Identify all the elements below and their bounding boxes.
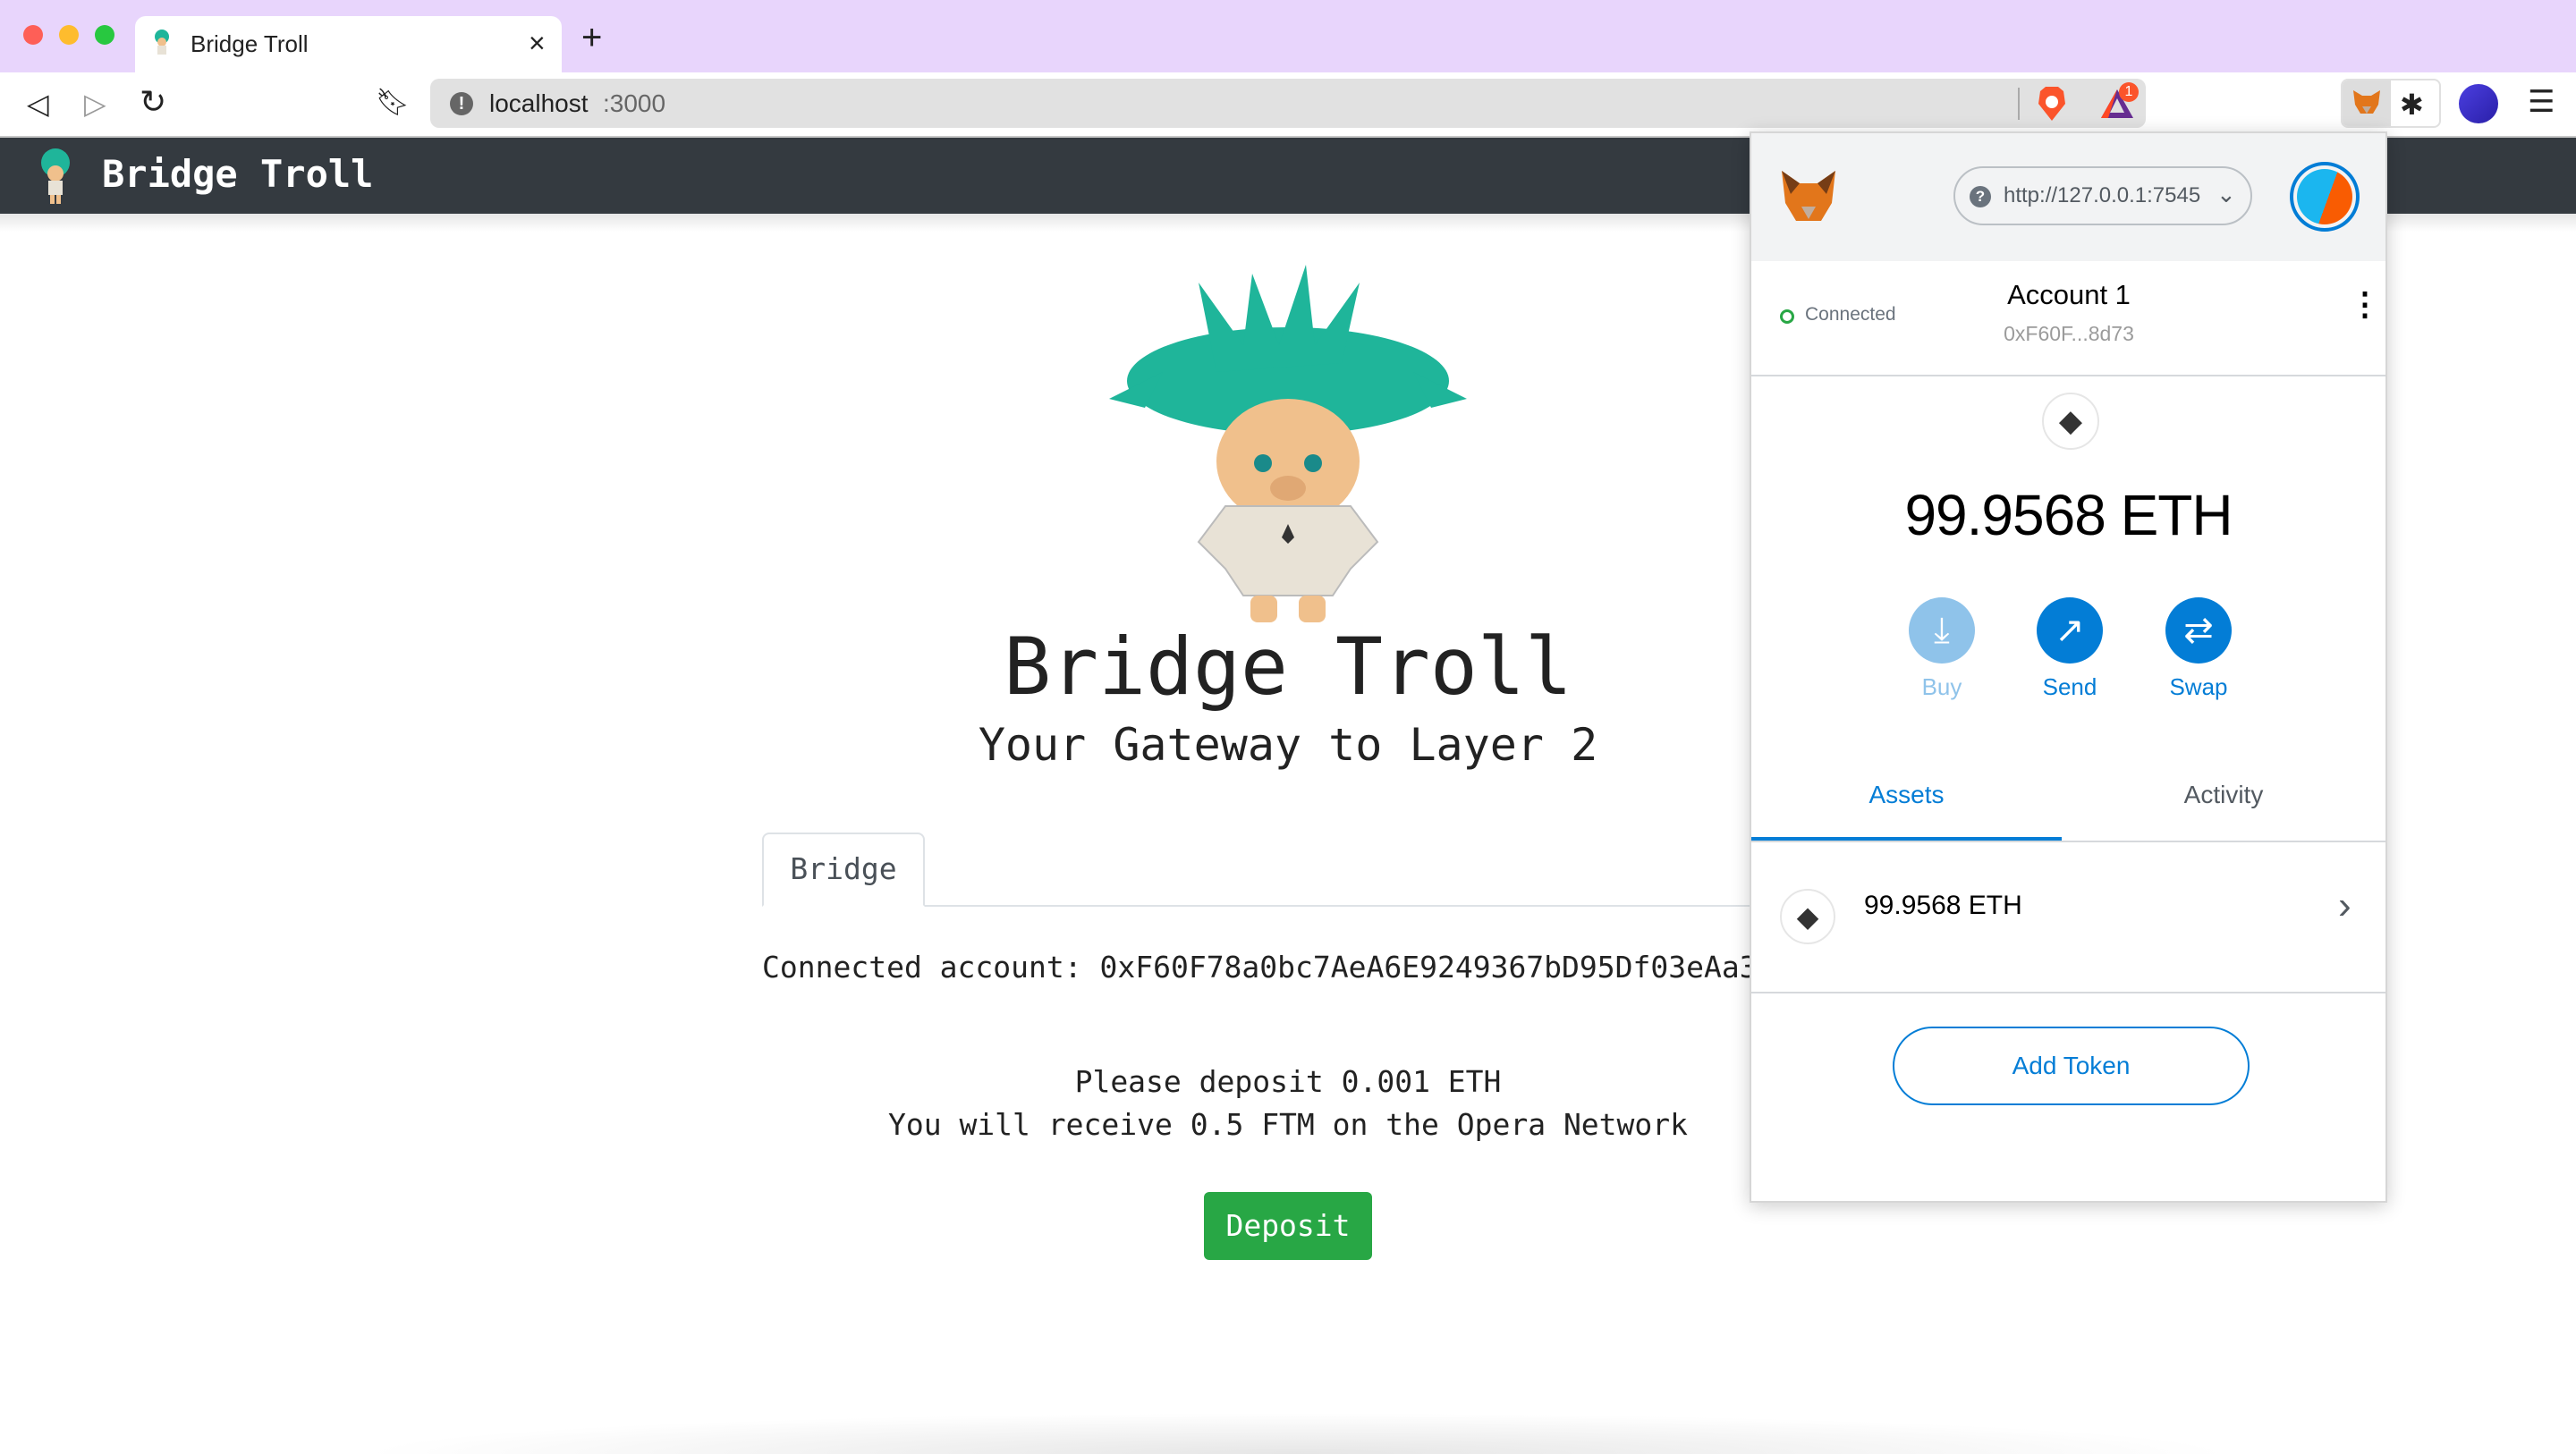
tab-activity[interactable]: Activity	[2062, 768, 2385, 841]
info-icon[interactable]: !	[450, 92, 473, 115]
metamask-popup: ? http://127.0.0.1:7545 ⌄ Connected Acco…	[1750, 131, 2387, 1203]
back-icon[interactable]: ◁	[27, 87, 49, 121]
swap-button[interactable]: ⇄	[2165, 597, 2232, 664]
network-help-icon: ?	[1970, 186, 1991, 207]
add-token-button[interactable]: Add Token	[1893, 1027, 2250, 1105]
troll-favicon-icon	[149, 29, 174, 59]
account-name[interactable]: Account 1	[1957, 279, 2181, 311]
chevron-right-icon: ›	[2338, 883, 2351, 927]
chevron-down-icon: ⌄	[2216, 181, 2236, 207]
metamask-extension-button[interactable]	[2343, 80, 2391, 126]
account-options-icon[interactable]: ⋮	[2349, 288, 2381, 320]
forward-icon[interactable]: ▷	[84, 87, 106, 121]
network-name: http://127.0.0.1:7545	[2004, 183, 2201, 207]
brave-rewards-icon[interactable]: 1	[2099, 82, 2144, 123]
url-port: :3000	[603, 89, 666, 117]
connected-status-icon	[1780, 309, 1794, 324]
extensions-group: ✱	[2341, 79, 2441, 128]
buy-label[interactable]: Buy	[1888, 673, 1996, 701]
rewards-badge: 1	[2119, 82, 2139, 102]
deposit-button[interactable]: Deposit	[1204, 1192, 1372, 1260]
swap-icon: ⇄	[2183, 611, 2214, 650]
tab-title: Bridge Troll	[191, 30, 309, 57]
troll-hero-image	[1109, 265, 1467, 626]
asset-eth-icon: ◆	[1780, 889, 1835, 944]
send-label[interactable]: Send	[2016, 673, 2123, 701]
extensions-puzzle-icon[interactable]: ✱	[2400, 88, 2424, 122]
account-address[interactable]: 0xF60F...8d73	[1957, 322, 2181, 346]
bottom-shadow	[358, 1413, 2236, 1454]
swap-label[interactable]: Swap	[2145, 673, 2252, 701]
connection-status[interactable]: Connected	[1805, 304, 1896, 325]
network-selector[interactable]: ? http://127.0.0.1:7545 ⌄	[1953, 166, 2252, 225]
profile-avatar[interactable]	[2459, 84, 2498, 123]
buy-button[interactable]: ⤓	[1909, 597, 1975, 664]
download-icon: ⤓	[1934, 610, 1950, 650]
metamask-header: ? http://127.0.0.1:7545 ⌄	[1751, 133, 2385, 261]
tab-close-icon[interactable]: ×	[529, 27, 546, 60]
brave-shields-icon[interactable]	[2037, 86, 2067, 122]
tab-bridge[interactable]: Bridge	[762, 833, 925, 907]
connected-account: Connected account: 0xF60F78a0bc7AeA6E924…	[762, 950, 1750, 985]
asset-row-eth[interactable]: ◆ 99.9568 ETH ›	[1751, 844, 2385, 993]
minimize-window-button[interactable]	[59, 25, 79, 45]
menu-icon[interactable]: ☰	[2528, 84, 2555, 120]
tab-assets[interactable]: Assets	[1751, 768, 2062, 841]
bookmark-icon[interactable]: 🔖︎	[376, 87, 410, 118]
tabs-divider	[1751, 841, 2385, 842]
address-bar[interactable]: ! localhost :3000 1	[430, 79, 2146, 128]
send-button[interactable]: ↗	[2037, 597, 2103, 664]
navbar-brand[interactable]: Bridge Troll	[102, 152, 373, 196]
browser-tab-bar: Bridge Troll × +	[0, 0, 2576, 72]
new-tab-button[interactable]: +	[581, 18, 602, 58]
metamask-fox-icon	[1782, 171, 1835, 221]
divider	[2018, 88, 2020, 120]
url-host: localhost	[489, 89, 589, 117]
account-avatar[interactable]	[2290, 162, 2360, 232]
asset-amount: 99.9568 ETH	[1864, 891, 2022, 920]
account-row: Connected Account 1 0xF60F...8d73 ⋮	[1751, 261, 2385, 376]
troll-logo	[27, 147, 84, 206]
arrow-up-right-icon: ↗	[2055, 611, 2085, 650]
browser-tab[interactable]: Bridge Troll ×	[135, 16, 562, 72]
maximize-window-button[interactable]	[95, 25, 114, 45]
eth-icon: ◆	[2042, 393, 2099, 450]
close-window-button[interactable]	[23, 25, 43, 45]
eth-balance: 99.9568 ETH	[1904, 483, 2233, 547]
reload-icon[interactable]: ↻	[140, 83, 166, 121]
